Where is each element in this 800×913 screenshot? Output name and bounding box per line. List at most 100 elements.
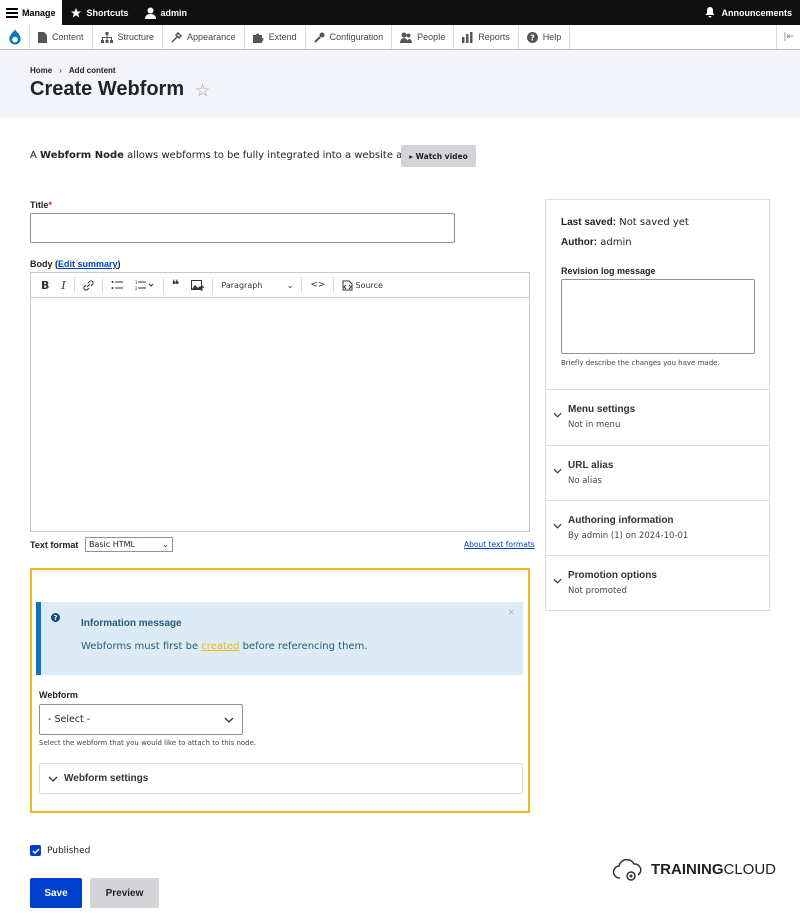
title-input[interactable] <box>30 213 455 243</box>
intro-text: A Webform Node allows webforms to be ful… <box>30 150 444 161</box>
webform-settings-label: Webform settings <box>64 773 149 784</box>
menu-item-label: People <box>417 32 446 42</box>
menu-item-label: Extend <box>268 32 297 42</box>
created-link[interactable]: created <box>201 641 239 652</box>
help-icon: ? <box>526 31 538 43</box>
revision-log-label: Revision log message <box>561 266 656 276</box>
section-title: Promotion options <box>568 570 657 581</box>
user-icon <box>144 7 156 19</box>
webform-select[interactable]: - Select - <box>39 704 243 735</box>
menu-item-extend[interactable]: Extend <box>245 25 306 49</box>
breadcrumb: Home › Add content <box>30 66 116 75</box>
hierarchy-icon <box>100 31 113 43</box>
chevron-down-icon <box>224 717 234 723</box>
drupal-logo-icon[interactable] <box>0 25 30 49</box>
source-button[interactable]: Source <box>336 273 388 298</box>
authoring-information-section[interactable]: Authoring information By admin (1) on 20… <box>546 500 769 556</box>
question-icon: ? <box>51 613 60 622</box>
menu-item-people[interactable]: People <box>392 25 455 49</box>
body-editor[interactable]: B I 12 ❝ Paragraph ⌄ <> Source <box>30 272 530 532</box>
information-message: ? Information message Webforms must firs… <box>36 602 523 675</box>
webform-settings-toggle[interactable]: Webform settings <box>39 763 523 794</box>
document-icon <box>38 31 47 43</box>
intro-prefix: A <box>30 150 41 161</box>
paragraph-format-select[interactable]: Paragraph ⌄ <box>215 273 299 298</box>
message-suffix: before referencing them. <box>239 641 368 652</box>
section-summary: Not in menu <box>568 420 621 430</box>
menu-settings-section[interactable]: Menu settings Not in menu <box>546 389 769 445</box>
breadcrumb-add-content[interactable]: Add content <box>69 66 116 75</box>
chevron-down-icon: ⌄ <box>162 540 169 549</box>
menu-item-label: Appearance <box>187 32 236 42</box>
watch-video-button[interactable]: ▸ Watch video <box>401 145 476 167</box>
body-label-text: Body ( <box>30 259 58 269</box>
italic-icon[interactable]: I <box>55 273 71 298</box>
menu-item-label: Reports <box>478 32 510 42</box>
published-label: Published <box>47 845 91 856</box>
link-icon[interactable] <box>77 273 100 298</box>
manage-button[interactable]: Manage <box>0 0 62 25</box>
about-text-formats-link[interactable]: About text formats <box>464 540 535 549</box>
preview-button[interactable]: Preview <box>90 878 159 908</box>
menu-item-label: Help <box>542 32 562 42</box>
breadcrumb-separator: › <box>59 66 62 75</box>
section-summary: Not promoted <box>568 586 627 596</box>
last-saved-label: Last saved: <box>561 217 617 228</box>
text-format-select[interactable]: Basic HTML ⌄ <box>85 537 173 552</box>
revision-log-description: Briefly describe the changes you have ma… <box>561 359 720 367</box>
page-title: Create Webform <box>30 78 185 100</box>
url-alias-section[interactable]: URL alias No alias <box>546 445 769 501</box>
user-label: admin <box>160 7 188 18</box>
intro-bold: Webform Node <box>40 150 124 161</box>
brush-icon <box>171 31 183 43</box>
brand-part2: CLOUD <box>723 860 777 878</box>
section-title: Authoring information <box>568 515 674 526</box>
trainingcloud-logo: TRAINING CLOUD <box>612 856 776 882</box>
admin-toolbar: Manage Shortcuts admin Announcements <box>0 0 800 25</box>
bulleted-list-icon[interactable] <box>105 273 129 298</box>
promotion-options-section[interactable]: Promotion options Not promoted <box>546 555 769 611</box>
text-format-value: Basic HTML <box>89 540 135 549</box>
admin-menu-tray: Content Structure Appearance Extend Conf… <box>0 25 800 50</box>
favorite-star-icon[interactable]: ☆ <box>195 81 210 101</box>
webform-label: Webform <box>39 690 78 700</box>
chevron-down-icon <box>553 523 562 529</box>
menu-item-label: Content <box>52 32 84 42</box>
revision-log-textarea[interactable] <box>561 279 755 354</box>
menu-item-reports[interactable]: Reports <box>454 25 519 49</box>
announcements-button[interactable]: Announcements <box>697 0 800 25</box>
shortcuts-button[interactable]: Shortcuts <box>62 0 137 25</box>
code-icon[interactable]: <> <box>304 273 331 298</box>
people-icon <box>400 32 413 43</box>
close-icon[interactable]: × <box>507 608 515 618</box>
text-format-label: Text format <box>30 540 79 550</box>
menu-item-appearance[interactable]: Appearance <box>163 25 245 49</box>
menu-item-configuration[interactable]: Configuration <box>306 25 393 49</box>
menu-item-content[interactable]: Content <box>30 25 93 49</box>
meta-sidebar: Last saved: Not saved yet Author: admin … <box>545 199 770 611</box>
chevron-down-icon <box>553 578 562 584</box>
puzzle-icon <box>252 33 264 43</box>
published-checkbox[interactable]: Published <box>30 845 90 856</box>
intro-suffix: allows webforms to be fully integrated i… <box>123 150 445 161</box>
author: Author: admin <box>561 237 632 248</box>
insert-image-icon[interactable] <box>185 273 210 298</box>
user-button[interactable]: admin <box>137 0 196 25</box>
blockquote-icon[interactable]: ❝ <box>166 273 186 298</box>
collapse-tray-icon[interactable]: |⇤ <box>776 25 800 49</box>
edit-summary-link[interactable]: Edit summary <box>58 259 118 269</box>
menu-item-structure[interactable]: Structure <box>93 25 164 49</box>
message-title: Information message <box>81 618 182 629</box>
editor-toolbar: B I 12 ❝ Paragraph ⌄ <> Source <box>31 273 529 298</box>
author-value: admin <box>597 237 632 248</box>
bold-icon[interactable]: B <box>35 273 55 298</box>
announcements-label: Announcements <box>721 7 792 18</box>
save-button[interactable]: Save <box>30 878 82 908</box>
chevron-down-icon <box>553 412 562 418</box>
author-label: Author: <box>561 237 598 248</box>
menu-item-help[interactable]: ? Help <box>519 25 571 49</box>
manage-label: Manage <box>22 7 56 18</box>
last-saved: Last saved: Not saved yet <box>561 217 689 228</box>
numbered-list-icon[interactable]: 12 <box>129 273 161 298</box>
breadcrumb-home[interactable]: Home <box>30 66 52 75</box>
